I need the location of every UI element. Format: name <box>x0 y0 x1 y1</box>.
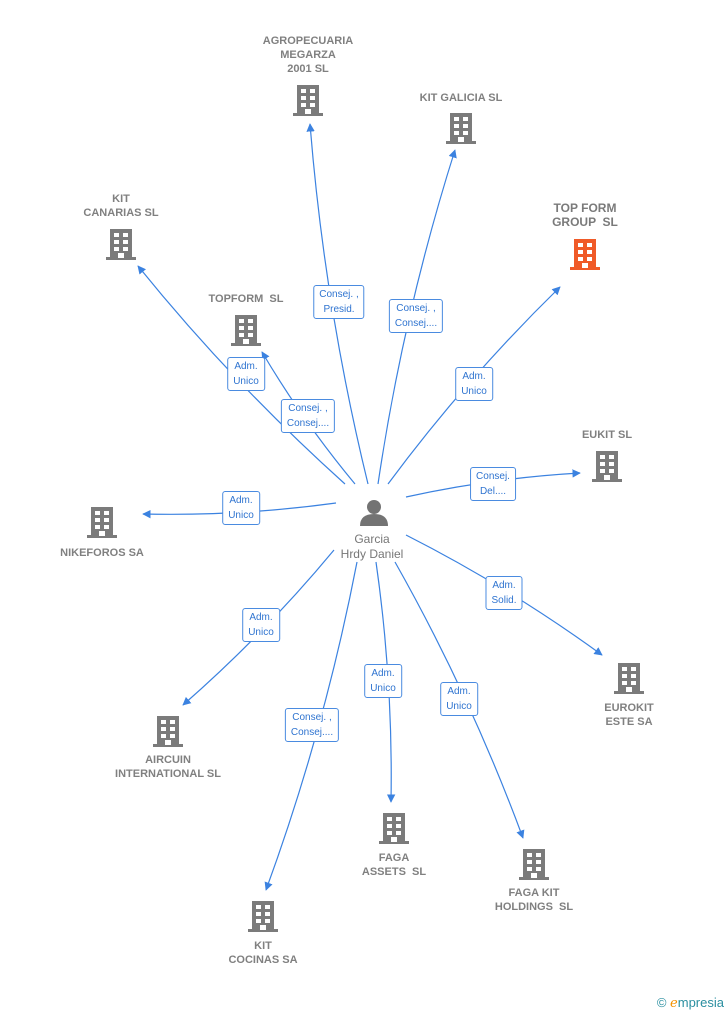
building-icon[interactable] <box>614 663 644 694</box>
role-label[interactable]: Adm. Unico <box>440 682 478 716</box>
building-icon[interactable] <box>446 113 476 144</box>
building-icon[interactable] <box>592 451 622 482</box>
building-icon[interactable] <box>87 507 117 538</box>
company-label[interactable]: AGROPECUARIA MEGARZA 2001 SL <box>263 34 353 76</box>
role-label[interactable]: Consej. , Consej.... <box>388 299 444 333</box>
role-label[interactable]: Consej. , Consej.... <box>280 399 336 433</box>
copyright-symbol: © <box>656 995 667 1010</box>
brand-name: mpresia <box>677 995 724 1010</box>
role-label[interactable]: Consej. , Presid. <box>313 285 365 319</box>
building-icon[interactable] <box>248 901 278 932</box>
company-label[interactable]: TOP FORM GROUP SL <box>552 201 618 229</box>
company-label[interactable]: KIT CANARIAS SL <box>83 192 158 220</box>
brand-initial: e <box>670 996 678 1011</box>
company-label[interactable]: NIKEFOROS SA <box>60 546 144 560</box>
role-label[interactable]: Adm. Unico <box>227 357 265 391</box>
role-label[interactable]: Adm. Unico <box>455 367 493 401</box>
company-label[interactable]: KIT COCINAS SA <box>228 939 297 967</box>
role-label[interactable]: Adm. Solid. <box>485 576 523 610</box>
company-label[interactable]: FAGA KIT HOLDINGS SL <box>495 886 573 914</box>
building-icon[interactable] <box>106 229 136 260</box>
company-label[interactable]: EUROKIT ESTE SA <box>604 701 654 729</box>
company-label[interactable]: EUKIT SL <box>582 428 632 442</box>
company-label[interactable]: TOPFORM SL <box>209 292 284 306</box>
building-icon[interactable] <box>519 849 549 880</box>
building-icon[interactable] <box>293 85 323 116</box>
role-label[interactable]: Adm. Unico <box>222 491 260 525</box>
role-label[interactable]: Consej. , Consej.... <box>284 708 340 742</box>
building-icon[interactable] <box>231 315 261 346</box>
role-label[interactable]: Consej. Del.... <box>470 467 516 501</box>
role-label[interactable]: Adm. Unico <box>242 608 280 642</box>
building-icon[interactable] <box>153 716 183 747</box>
center-person-label[interactable]: Garcia Hrdy Daniel <box>341 532 404 562</box>
role-label[interactable]: Adm. Unico <box>364 664 402 698</box>
company-label[interactable]: AIRCUIN INTERNATIONAL SL <box>115 753 221 781</box>
company-label[interactable]: FAGA ASSETS SL <box>362 851 426 879</box>
empresia-logo[interactable]: © empresia <box>657 995 724 1011</box>
company-label[interactable]: KIT GALICIA SL <box>420 91 503 105</box>
building-icon[interactable] <box>570 239 600 270</box>
building-icon[interactable] <box>379 813 409 844</box>
person-icon[interactable] <box>360 500 388 526</box>
